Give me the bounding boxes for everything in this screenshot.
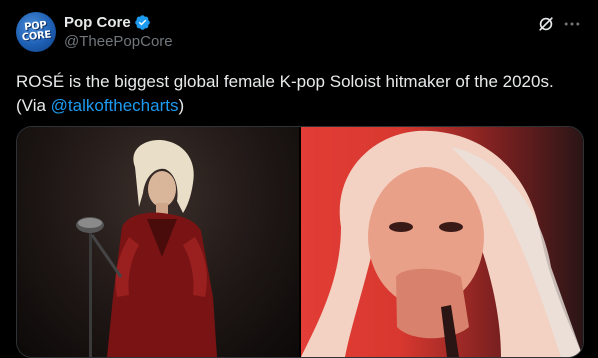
author-handle[interactable]: @TheePopCore — [64, 33, 173, 50]
tweet-text: ROSÉ is the biggest global female K-pop … — [16, 70, 582, 118]
more-icon[interactable] — [561, 13, 583, 35]
tweet-text-end: ) — [178, 96, 185, 115]
tweet-media — [16, 126, 584, 358]
author-display-name[interactable]: Pop Core — [64, 14, 131, 31]
mention-link[interactable]: @talkofthecharts — [51, 96, 179, 115]
avatar-logo: POP CORE — [16, 12, 56, 52]
media-photo-2[interactable] — [301, 127, 583, 357]
author-avatar[interactable]: POP CORE — [16, 12, 56, 52]
media-photo-1[interactable] — [17, 127, 299, 357]
grok-icon[interactable] — [535, 13, 557, 35]
tweet[interactable]: POP CORE Pop Core @TheePopCore ROSÉ is t… — [0, 0, 598, 358]
verified-badge-icon[interactable] — [134, 14, 151, 31]
avatar-logo-line2: CORE — [21, 29, 52, 44]
author-name-row: Pop Core — [64, 12, 151, 32]
